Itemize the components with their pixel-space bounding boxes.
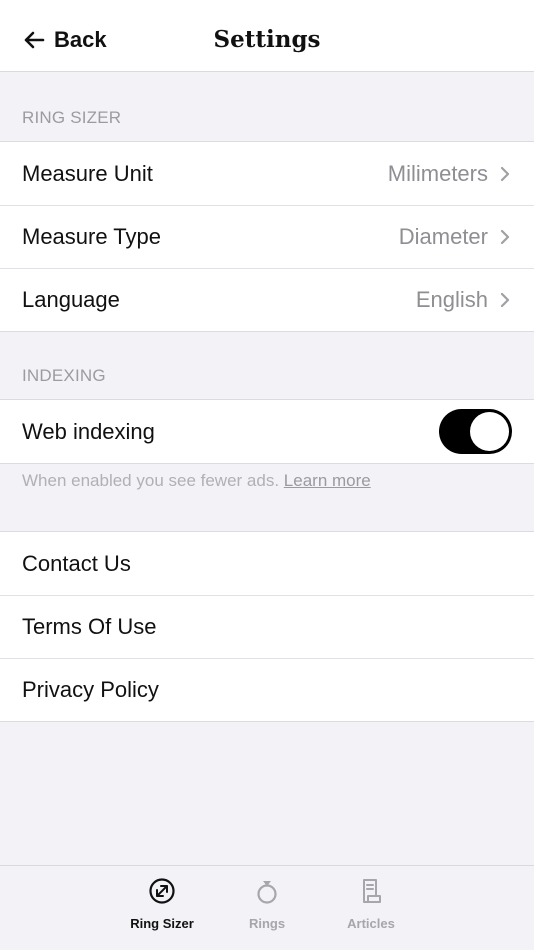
chevron-right-icon bbox=[500, 229, 510, 244]
measure-unit-value: Milimeters bbox=[387, 160, 488, 186]
web-indexing-toggle[interactable] bbox=[439, 409, 512, 454]
nav-header: Back Settings bbox=[0, 0, 534, 72]
tab-label: Rings bbox=[248, 916, 286, 931]
section-header-ring-sizer: RING SIZER bbox=[22, 108, 122, 127]
toggle-knob bbox=[470, 412, 509, 451]
section-header-indexing: INDEXING bbox=[22, 366, 106, 385]
tab-label: Articles bbox=[347, 916, 395, 931]
terms-of-use-label: Terms Of Use bbox=[22, 613, 157, 639]
indexing-footnote: When enabled you see fewer ads. Learn mo… bbox=[22, 471, 371, 491]
ring-sizer-icon bbox=[149, 878, 175, 904]
measure-unit-label: Measure Unit bbox=[22, 160, 153, 186]
ring-sizer-group: Measure Unit Milimeters Measure Type Dia… bbox=[0, 141, 534, 332]
tab-label: Ring Sizer bbox=[130, 916, 194, 931]
web-indexing-label: Web indexing bbox=[22, 418, 155, 444]
tab-ring-sizer[interactable]: Ring Sizer bbox=[117, 876, 207, 931]
measure-type-value: Diameter bbox=[398, 223, 488, 249]
footnote-text: When enabled you see fewer ads. bbox=[22, 471, 280, 490]
chevron-right-icon bbox=[500, 166, 510, 181]
tab-rings[interactable]: Rings bbox=[222, 876, 312, 931]
contact-us-label: Contact Us bbox=[22, 550, 131, 576]
chevron-right-icon bbox=[500, 292, 510, 307]
privacy-policy-row[interactable]: Privacy Policy bbox=[0, 658, 534, 721]
links-group: Contact Us Terms Of Use Privacy Policy bbox=[0, 531, 534, 722]
indexing-group: Web indexing bbox=[0, 399, 534, 464]
settings-screen: Back Settings RING SIZER Measure Unit Mi… bbox=[0, 0, 534, 950]
measure-type-row[interactable]: Measure Type Diameter bbox=[0, 205, 534, 268]
articles-icon bbox=[363, 879, 381, 903]
tab-articles[interactable]: Articles bbox=[326, 876, 416, 931]
tab-bar: Ring Sizer Rings Articles bbox=[0, 865, 534, 950]
ring-icon bbox=[257, 881, 277, 904]
contact-us-row[interactable]: Contact Us bbox=[0, 532, 534, 595]
terms-of-use-row[interactable]: Terms Of Use bbox=[0, 595, 534, 658]
language-value: English bbox=[415, 286, 488, 312]
privacy-policy-label: Privacy Policy bbox=[22, 676, 159, 702]
learn-more-link[interactable]: Learn more bbox=[284, 471, 371, 490]
measure-type-label: Measure Type bbox=[22, 223, 162, 249]
web-indexing-row: Web indexing bbox=[0, 400, 534, 463]
language-row[interactable]: Language English bbox=[0, 268, 534, 331]
language-label: Language bbox=[22, 286, 120, 312]
page-title: Settings bbox=[213, 26, 321, 53]
measure-unit-row[interactable]: Measure Unit Milimeters bbox=[0, 142, 534, 205]
